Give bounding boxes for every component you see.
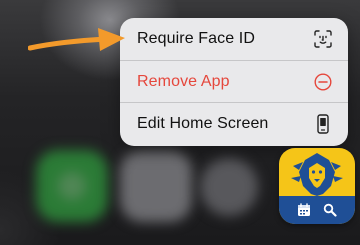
app-icon-bottom-bar [279, 196, 355, 224]
require-face-id-label: Require Face ID [137, 30, 255, 47]
remove-app-label: Remove App [137, 72, 230, 90]
edit-home-screen-label: Edit Home Screen [137, 114, 269, 132]
minus-circle-icon [312, 71, 334, 93]
app-context-menu: Require Face ID Remove App Edit Home Scr… [120, 18, 348, 146]
calendar-icon [298, 203, 310, 216]
face-id-icon [312, 28, 334, 50]
phone-device-icon [312, 113, 334, 135]
phone-app-icon [36, 150, 108, 222]
remove-app-menu-item[interactable]: Remove App [120, 60, 348, 102]
require-face-id-menu-item[interactable]: Require Face ID [120, 18, 348, 60]
edit-home-screen-menu-item[interactable]: Edit Home Screen [120, 102, 348, 144]
orange-arrow-pointer [28, 28, 125, 51]
lion-app-icon[interactable] [279, 148, 355, 224]
lion-logo-icon [291, 153, 343, 196]
safari-app-icon [120, 150, 192, 222]
search-icon [323, 203, 337, 217]
camera-app-icon [200, 158, 258, 216]
